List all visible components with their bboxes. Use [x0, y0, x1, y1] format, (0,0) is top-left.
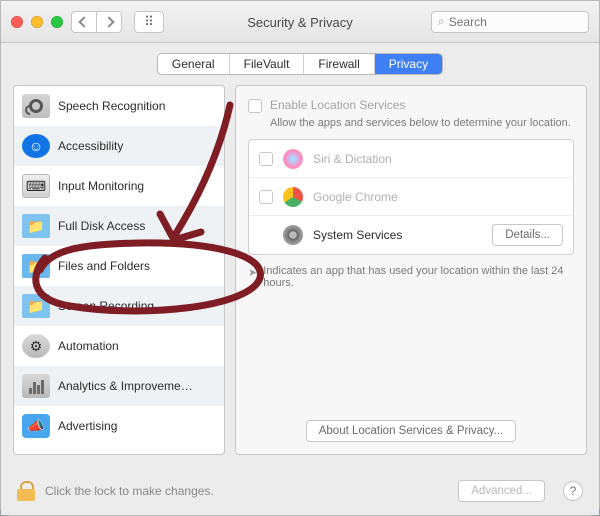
sidebar-item-label: Automation: [58, 339, 119, 353]
nav-back-button[interactable]: [71, 11, 97, 33]
tab-firewall[interactable]: Firewall: [304, 54, 374, 74]
folder-icon: 📁: [22, 214, 50, 238]
lock-icon[interactable]: [17, 481, 35, 501]
lock-text: Click the lock to make changes.: [45, 484, 214, 498]
details-button[interactable]: Details...: [492, 224, 563, 246]
close-window-button[interactable]: [11, 16, 23, 28]
app-checkbox[interactable]: [259, 190, 273, 204]
enable-location-services-checkbox[interactable]: [248, 99, 262, 113]
keyboard-icon: ⌨: [22, 174, 50, 198]
sidebar-item-full-disk-access[interactable]: 📁 Full Disk Access: [14, 206, 224, 246]
search-field[interactable]: ⌕: [431, 11, 589, 33]
sidebar-item-automation[interactable]: ⚙ Automation: [14, 326, 224, 366]
tab-privacy[interactable]: Privacy: [375, 54, 442, 74]
tab-general[interactable]: General: [158, 54, 230, 74]
grid-icon: [144, 14, 154, 30]
nav-forward-button[interactable]: [96, 11, 122, 33]
compass-icon: ➤: [248, 266, 257, 279]
enable-location-services-desc: Allow the apps and services below to det…: [270, 117, 574, 129]
app-row-siri: Siri & Dictation: [249, 140, 573, 178]
sidebar-item-analytics-improvements[interactable]: Analytics & Improveme…: [14, 366, 224, 406]
security-privacy-window: Security & Privacy ⌕ General FileVault F…: [0, 0, 600, 516]
sidebar-item-label: Analytics & Improveme…: [58, 379, 193, 393]
sidebar-item-label: Files and Folders: [58, 259, 150, 273]
sidebar-item-label: Input Monitoring: [58, 179, 144, 193]
accessibility-icon: ☺: [22, 134, 50, 158]
sidebar-item-label: Advertising: [58, 419, 117, 433]
tabs: General FileVault Firewall Privacy: [157, 53, 443, 75]
folder-icon: 📁: [22, 294, 50, 318]
privacy-sidebar[interactable]: Speech Recognition ☺ Accessibility ⌨ Inp…: [13, 85, 225, 455]
apps-list: Siri & Dictation Google Chrome System Se…: [248, 139, 574, 255]
app-row-system-services: System Services Details...: [249, 216, 573, 254]
analytics-icon: [22, 374, 50, 398]
app-name: Siri & Dictation: [313, 152, 563, 166]
titlebar: Security & Privacy ⌕: [1, 1, 599, 43]
footer: Click the lock to make changes. Advanced…: [1, 467, 599, 515]
sidebar-item-label: Accessibility: [58, 139, 123, 153]
location-hint: ➤ Indicates an app that has used your lo…: [248, 265, 574, 289]
app-name: System Services: [313, 228, 482, 242]
about-location-button[interactable]: About Location Services & Privacy...: [306, 420, 517, 442]
folder-icon: 📁: [22, 254, 50, 278]
app-checkbox[interactable]: [259, 152, 273, 166]
search-input[interactable]: [449, 15, 582, 29]
sidebar-item-input-monitoring[interactable]: ⌨ Input Monitoring: [14, 166, 224, 206]
siri-icon: [283, 149, 303, 169]
sidebar-item-label: Full Disk Access: [58, 219, 145, 233]
speech-icon: [22, 94, 50, 118]
app-name: Google Chrome: [313, 190, 563, 204]
show-all-prefs-button[interactable]: [134, 11, 164, 33]
system-services-icon: [283, 225, 303, 245]
zoom-window-button[interactable]: [51, 16, 63, 28]
chrome-icon: [283, 187, 303, 207]
megaphone-icon: 📣: [22, 414, 50, 438]
sidebar-item-files-and-folders[interactable]: 📁 Files and Folders: [14, 246, 224, 286]
detail-panel: Enable Location Services Allow the apps …: [235, 85, 587, 455]
sidebar-item-accessibility[interactable]: ☺ Accessibility: [14, 126, 224, 166]
sidebar-item-advertising[interactable]: 📣 Advertising: [14, 406, 224, 446]
sidebar-item-label: Screen Recording: [58, 299, 154, 313]
tab-filevault[interactable]: FileVault: [230, 54, 305, 74]
app-row-chrome: Google Chrome: [249, 178, 573, 216]
sidebar-item-speech-recognition[interactable]: Speech Recognition: [14, 86, 224, 126]
help-button[interactable]: ?: [563, 481, 583, 501]
location-hint-text: Indicates an app that has used your loca…: [263, 265, 574, 289]
gear-icon: ⚙: [22, 334, 50, 358]
advanced-button[interactable]: Advanced...: [458, 480, 545, 502]
search-icon: ⌕: [438, 14, 445, 29]
sidebar-item-label: Speech Recognition: [58, 99, 165, 113]
enable-location-services-label: Enable Location Services: [270, 98, 405, 112]
minimize-window-button[interactable]: [31, 16, 43, 28]
sidebar-item-screen-recording[interactable]: 📁 Screen Recording: [14, 286, 224, 326]
